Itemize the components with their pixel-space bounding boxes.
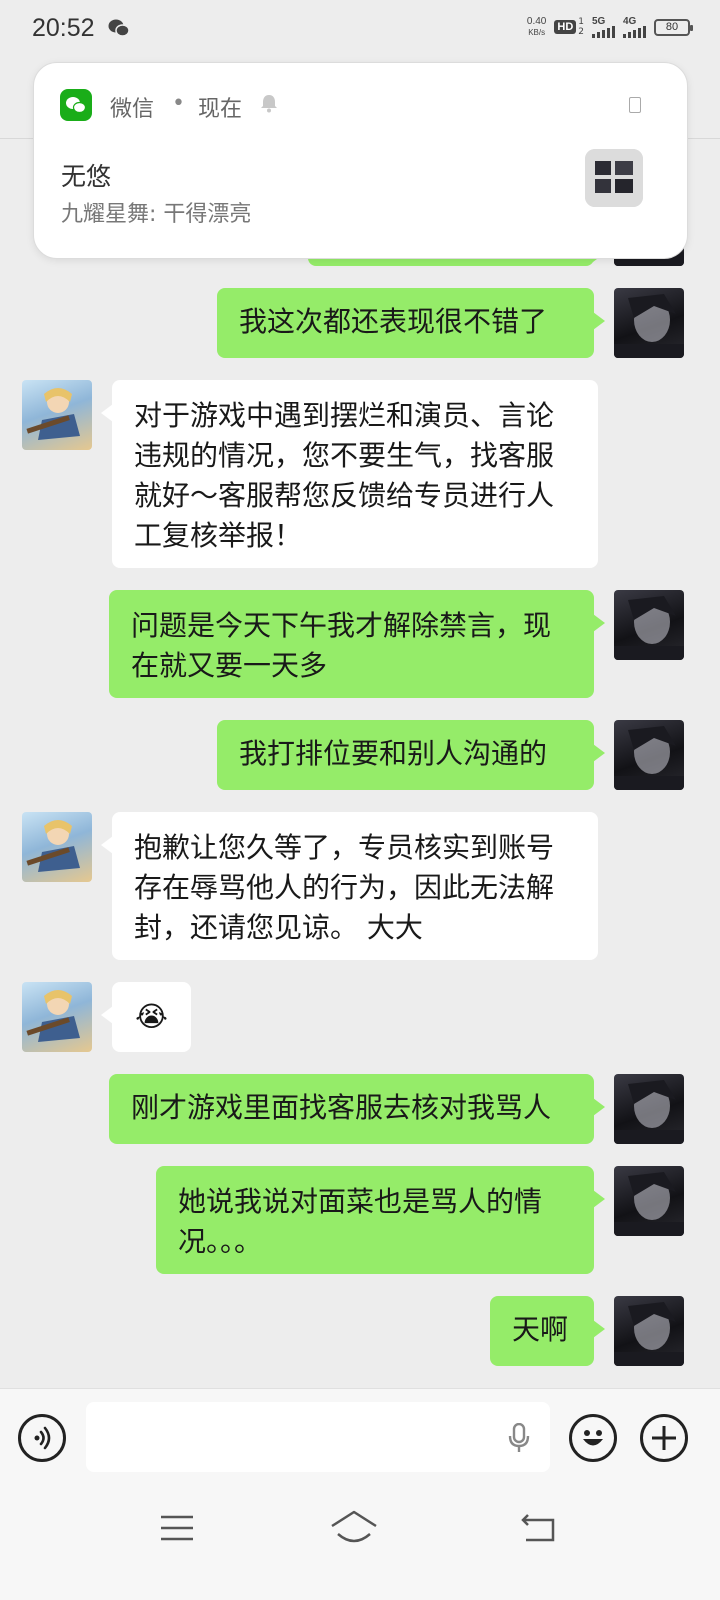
notification-avatar-thumbnail xyxy=(585,149,643,207)
message-bubble-self[interactable]: 我这次都还表现很不错了 xyxy=(217,288,605,358)
message-bubble-other[interactable]: 对于游戏中遇到摆烂和演员、言论 违规的情况，您不要生气，找客服 就好～客服帮您反… xyxy=(101,380,598,568)
notification-body: 九耀星舞: 干得漂亮 xyxy=(61,202,252,227)
sim2-network-label: 4G xyxy=(623,16,637,27)
sim2-signal-icon: 4G xyxy=(623,16,646,38)
contact-avatar[interactable] xyxy=(22,812,92,882)
battery-level: 80 xyxy=(665,21,679,33)
hd-sim1: 1 xyxy=(578,17,584,27)
smiley-icon xyxy=(583,1430,603,1446)
wechat-status-icon xyxy=(108,18,130,42)
menu-icon[interactable] xyxy=(160,1514,194,1546)
message-bubble-self[interactable]: 问题是今天下午我才解除禁言，现 在就又要一天多 xyxy=(109,590,605,698)
voice-icon xyxy=(34,1426,51,1450)
contact-avatar[interactable] xyxy=(22,982,92,1052)
microphone-icon[interactable] xyxy=(508,1422,530,1457)
status-indicators: 0.40 KB/s HD 12 5G 4G 80 xyxy=(527,16,693,38)
my-avatar[interactable] xyxy=(614,288,684,358)
my-avatar[interactable] xyxy=(614,720,684,790)
voice-toggle-button[interactable] xyxy=(18,1414,66,1462)
network-speed: 0.40 KB/s xyxy=(527,16,546,38)
expand-icon[interactable] xyxy=(629,97,641,113)
message-bubble-other[interactable]: 抱歉让您久等了，专员核实到账号 存在辱骂他人的行为，因此无法解 封，还请您见谅。… xyxy=(101,812,598,960)
chat-input-bar xyxy=(0,1388,720,1488)
bell-icon xyxy=(260,93,278,117)
plus-icon xyxy=(652,1426,676,1450)
hd-sim2: 2 xyxy=(578,27,584,37)
message-bubble-self[interactable]: 刚才游戏里面找客服去核对我骂人 xyxy=(109,1074,605,1144)
sim1-network-label: 5G xyxy=(592,16,606,27)
sim1-signal-icon: 5G xyxy=(592,16,615,38)
notification-app-name: 微信 xyxy=(110,97,155,122)
my-avatar[interactable] xyxy=(614,1296,684,1366)
message-bubble-self[interactable]: 她说我说对面菜也是骂人的情 况。。。 xyxy=(156,1166,605,1274)
notification-title: 无悠 xyxy=(61,162,112,191)
my-avatar[interactable] xyxy=(614,590,684,660)
status-time: 20:52 xyxy=(32,14,95,42)
message-input[interactable] xyxy=(86,1402,550,1472)
my-avatar[interactable] xyxy=(614,1166,684,1236)
wechat-app-icon xyxy=(60,89,92,121)
message-bubble-self[interactable]: 天啊 xyxy=(490,1296,605,1366)
my-avatar[interactable] xyxy=(614,1074,684,1144)
notification-time: 现在 xyxy=(198,97,243,122)
emoji-button[interactable] xyxy=(569,1414,617,1462)
notification-card[interactable]: 微信 • 现在 无悠 九耀星舞: 干得漂亮 xyxy=(33,62,688,259)
battery-icon: 80 xyxy=(654,18,693,36)
status-bar: 20:52 0.40 KB/s HD 12 5G 4G 80 xyxy=(0,0,720,58)
crying-emoji: 😭 xyxy=(135,1000,168,1033)
more-options-button[interactable] xyxy=(640,1414,688,1462)
message-bubble-other-emoji[interactable]: 😭 xyxy=(101,982,191,1052)
net-speed-unit: KB/s xyxy=(528,28,546,37)
contact-avatar[interactable] xyxy=(22,380,92,450)
notification-separator: • xyxy=(172,91,185,116)
home-icon[interactable] xyxy=(330,1510,378,1548)
net-speed-value: 0.40 xyxy=(526,16,547,27)
back-icon[interactable] xyxy=(520,1512,556,1548)
hd-label: HD xyxy=(554,20,577,34)
hd-badge: HD 12 xyxy=(554,17,584,37)
system-navigation-bar xyxy=(0,1488,720,1600)
message-bubble-self[interactable]: 我打排位要和别人沟通的 xyxy=(217,720,605,790)
